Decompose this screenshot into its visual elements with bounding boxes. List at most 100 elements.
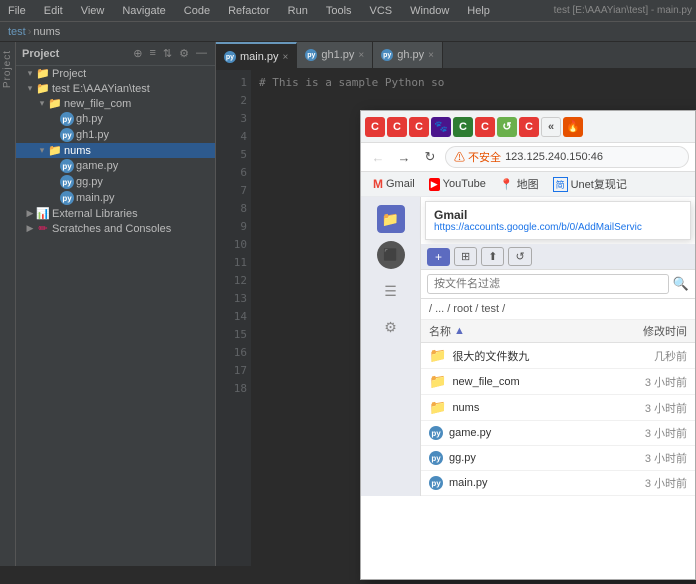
file-name: nums <box>452 402 627 414</box>
tree-item-nums[interactable]: ▾ 📁 nums <box>16 143 215 158</box>
menu-code[interactable]: Code <box>180 3 214 19</box>
file-date: 3 小时前 <box>627 425 687 441</box>
tab-py-icon: py <box>381 49 393 61</box>
menu-window[interactable]: Window <box>406 3 453 19</box>
tree-label: gg.py <box>76 176 103 188</box>
tree-item-new-file-com[interactable]: ▾ 📁 new_file_com <box>16 96 215 111</box>
extension-more[interactable]: « <box>541 117 561 137</box>
bookmark-youtube[interactable]: ▶ YouTube <box>425 176 490 193</box>
menu-refactor[interactable]: Refactor <box>224 3 274 19</box>
tab-close-icon[interactable]: × <box>428 50 434 61</box>
project-tab-label[interactable]: Project <box>2 50 13 88</box>
python-file-icon: py <box>429 426 443 440</box>
python-file-icon: py <box>429 451 443 465</box>
address-bar[interactable]: ⚠ 不安全 123.125.240.150:46 <box>445 146 689 168</box>
fm-icon-menu[interactable]: ☰ <box>377 277 405 305</box>
extension-fire[interactable]: 🔥 <box>563 117 583 137</box>
tree-item-gh1-py[interactable]: py gh1.py <box>16 127 215 143</box>
fm-grid-button[interactable]: ⊞ <box>454 247 477 266</box>
extension-c3[interactable]: C <box>409 117 429 137</box>
file-row[interactable]: py gg.py 3 小时前 <box>421 446 695 471</box>
menu-tools[interactable]: Tools <box>322 3 356 19</box>
panel-icon-sort[interactable]: ⇅ <box>161 46 174 61</box>
col-name-header[interactable]: 名称 ▲ <box>429 323 607 339</box>
tree-item-game-py[interactable]: py game.py <box>16 158 215 174</box>
extension-c1[interactable]: C <box>365 117 385 137</box>
menu-help[interactable]: Help <box>463 3 494 19</box>
tree-item-scratches[interactable]: ▶ ✏ Scratches and Consoles <box>16 221 215 236</box>
bookmark-gmail[interactable]: M Gmail <box>369 175 419 193</box>
refresh-button[interactable]: ↻ <box>419 146 441 168</box>
url-text: 123.125.240.150:46 <box>505 151 603 163</box>
folder-icon: 📁 <box>48 144 62 157</box>
fm-icon-folder[interactable]: 📁 <box>377 205 405 233</box>
extension-c6[interactable]: C <box>519 117 539 137</box>
tab-close-icon[interactable]: × <box>283 52 289 63</box>
path-sep1: / <box>447 303 450 315</box>
bookmark-unet[interactable]: 简 Unet复现记 <box>549 174 631 194</box>
tab-gh-py[interactable]: py gh.py × <box>373 42 443 69</box>
libs-icon: 📊 <box>36 207 50 220</box>
file-manager-main: Gmail https://accounts.google.com/b/0/Ad… <box>421 197 695 496</box>
bookmarks-bar: M Gmail ▶ YouTube 📍 地图 简 Unet复现记 <box>361 172 695 197</box>
menu-view[interactable]: View <box>77 3 109 19</box>
tree-item-test[interactable]: ▾ 📁 test E:\AAAYian\test <box>16 81 215 96</box>
tree-label: game.py <box>76 160 118 172</box>
extension-c5[interactable]: C <box>475 117 495 137</box>
fm-icon-stop[interactable]: ⬛ <box>377 241 405 269</box>
panel-icon-settings[interactable]: ⚙ <box>177 46 191 61</box>
fm-icon-gear[interactable]: ⚙ <box>377 313 405 341</box>
tree-item-main-py[interactable]: py main.py <box>16 190 215 206</box>
file-row[interactable]: py main.py 3 小时前 <box>421 471 695 496</box>
fm-side-icons: 📁 ⬛ ☰ ⚙ <box>361 197 421 496</box>
project-panel: Project ⊕ ≡ ⇅ ⚙ — ▾ 📁 Project ▾ <box>16 42 216 566</box>
scratch-icon: ✏ <box>36 222 50 235</box>
col-date-header[interactable]: 修改时间 <box>607 323 687 339</box>
file-row[interactable]: py game.py 3 小时前 <box>421 421 695 446</box>
tree-item-project[interactable]: ▾ 📁 Project <box>16 66 215 81</box>
file-row[interactable]: 📁 new_file_com 3 小时前 <box>421 369 695 395</box>
tree-label: nums <box>64 145 91 157</box>
bookmark-maps[interactable]: 📍 地图 <box>496 174 543 194</box>
extension-c2[interactable]: C <box>387 117 407 137</box>
arrow-icon: ▶ <box>24 223 36 234</box>
panel-icon-add[interactable]: ⊕ <box>131 46 144 61</box>
menu-vcs[interactable]: VCS <box>366 3 397 19</box>
file-filter-input[interactable] <box>427 274 669 294</box>
path-root[interactable]: root <box>453 303 472 315</box>
tree-item-gh-py[interactable]: py gh.py <box>16 111 215 127</box>
path-test[interactable]: test <box>481 303 499 315</box>
tree-item-gg-py[interactable]: py gg.py <box>16 174 215 190</box>
code-line-1: # This is a sample Python so <box>259 74 688 92</box>
tab-main-py[interactable]: py main.py × <box>216 42 297 70</box>
tree-item-external-libs[interactable]: ▶ 📊 External Libraries <box>16 206 215 221</box>
path-dots[interactable]: ... <box>435 303 444 315</box>
extension-paw[interactable]: 🐾 <box>431 117 451 137</box>
menu-file[interactable]: File <box>4 3 30 19</box>
menu-run[interactable]: Run <box>284 3 312 19</box>
browser-nav-bar: ← → ↻ ⚠ 不安全 123.125.240.150:46 <box>361 143 695 172</box>
extension-refresh[interactable]: ↺ <box>497 117 517 137</box>
panel-icon-list[interactable]: ≡ <box>147 46 157 61</box>
tree-label: main.py <box>76 192 115 204</box>
menu-edit[interactable]: Edit <box>40 3 67 19</box>
col-name-label: 名称 <box>429 323 451 339</box>
python-icon: py <box>60 175 74 189</box>
tooltip-url: https://accounts.google.com/b/0/AddMailS… <box>434 222 682 233</box>
menu-navigate[interactable]: Navigate <box>118 3 169 19</box>
file-row[interactable]: 📁 很大的文件数九 几秒前 <box>421 343 695 369</box>
extension-c4[interactable]: C <box>453 117 473 137</box>
forward-button[interactable]: → <box>393 146 415 168</box>
tab-py-icon: py <box>224 51 236 63</box>
fm-upload-button[interactable]: ⬆ <box>481 247 504 266</box>
tab-close-icon[interactable]: × <box>358 50 364 61</box>
back-button[interactable]: ← <box>367 146 389 168</box>
file-row[interactable]: 📁 nums 3 小时前 <box>421 395 695 421</box>
fm-add-button[interactable]: + <box>427 248 450 266</box>
panel-icon-collapse[interactable]: — <box>194 46 209 61</box>
path-sep3: / <box>502 303 505 315</box>
path-sep2: / <box>475 303 478 315</box>
tab-gh1-py[interactable]: py gh1.py × <box>297 42 373 69</box>
arrow-icon: ▾ <box>24 68 36 79</box>
fm-refresh-button[interactable]: ↺ <box>508 247 531 266</box>
